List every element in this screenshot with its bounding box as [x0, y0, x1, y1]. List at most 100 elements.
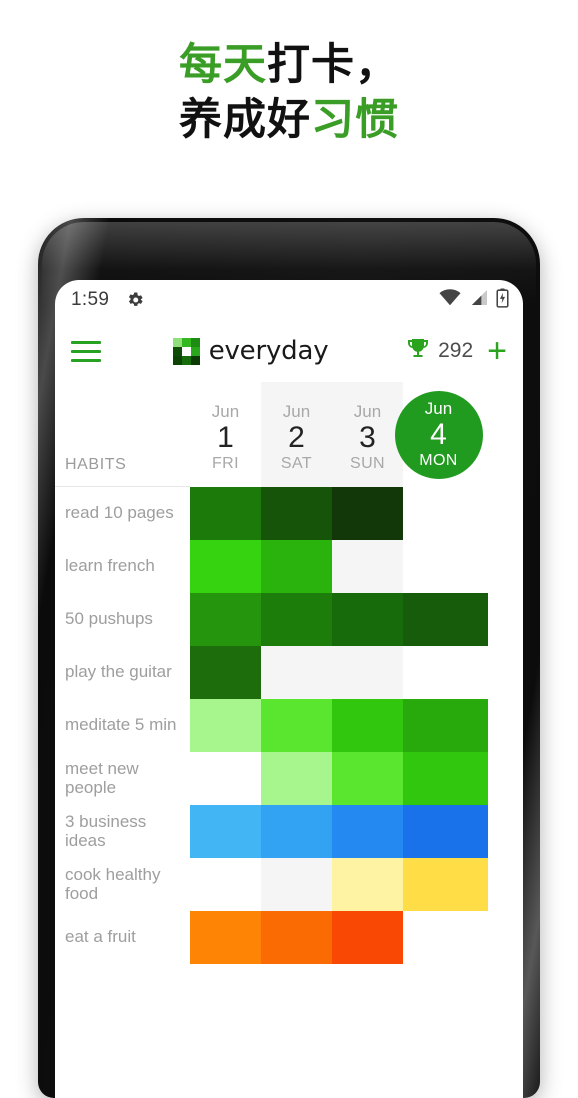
habit-cell[interactable] [332, 805, 403, 858]
habit-cell[interactable] [190, 593, 261, 646]
wifi-icon [439, 289, 461, 311]
trophy-icon[interactable] [406, 337, 430, 366]
habit-name[interactable]: play the guitar [55, 646, 190, 699]
app-bar: everyday 292 + [55, 320, 523, 382]
headline-line1-green: 每天 [179, 40, 267, 90]
habit-cell[interactable] [261, 699, 332, 752]
table-row: learn french [55, 540, 523, 593]
date-column-jun-1[interactable]: Jun 1 FRI [190, 382, 261, 487]
habit-cells [190, 911, 523, 964]
habit-name[interactable]: cook healthy food [55, 858, 190, 911]
habit-cell[interactable] [332, 911, 403, 964]
habit-cell[interactable] [332, 646, 403, 699]
habit-cells [190, 593, 523, 646]
page-title: 每天打卡， 养成好习惯 [0, 38, 578, 148]
date-month: Jun [211, 401, 240, 421]
battery-charging-icon [496, 288, 509, 313]
habit-cell[interactable] [332, 487, 403, 540]
signal-icon [469, 289, 488, 311]
habit-cell[interactable] [403, 646, 488, 699]
date-day: 2 [288, 421, 305, 455]
habit-cells [190, 699, 523, 752]
habit-cell[interactable] [190, 487, 261, 540]
habit-cell[interactable] [403, 858, 488, 911]
habit-cells [190, 540, 523, 593]
table-row: eat a fruit [55, 911, 523, 964]
status-bar-indicators [439, 288, 509, 313]
date-day: 3 [359, 421, 376, 455]
habit-cells [190, 805, 523, 858]
habit-cell[interactable] [261, 805, 332, 858]
habit-cell[interactable] [261, 752, 332, 805]
habit-cell[interactable] [190, 540, 261, 593]
date-day: 4 [430, 418, 447, 452]
habit-cell[interactable] [190, 646, 261, 699]
date-columns: Jun 1 FRI Jun 2 SAT Jun 3 SUN Jun 4 MON [190, 382, 523, 487]
habit-cell[interactable] [261, 646, 332, 699]
app-brand: everyday [95, 336, 406, 366]
habit-cell[interactable] [261, 911, 332, 964]
headline-line1-black: 打卡， [267, 40, 399, 90]
habit-cells [190, 646, 523, 699]
habit-cell[interactable] [403, 752, 488, 805]
habit-cell[interactable] [261, 487, 332, 540]
habit-cell[interactable] [190, 911, 261, 964]
habit-cells [190, 858, 523, 911]
date-weekday: MON [419, 451, 458, 469]
habit-cell[interactable] [403, 699, 488, 752]
habit-cells [190, 752, 523, 805]
habit-cells [190, 487, 523, 540]
habit-name[interactable]: 3 business ideas [55, 805, 190, 858]
table-row: 3 business ideas [55, 805, 523, 858]
habit-cell[interactable] [332, 752, 403, 805]
habit-cell[interactable] [261, 858, 332, 911]
status-bar: 1:59 [55, 280, 523, 320]
habit-cell[interactable] [403, 805, 488, 858]
everyday-logo-icon [172, 337, 200, 365]
trophy-count: 292 [438, 339, 474, 362]
habit-cell[interactable] [190, 699, 261, 752]
habit-cell[interactable] [403, 593, 488, 646]
add-habit-button[interactable]: + [481, 334, 507, 368]
habit-name[interactable]: meditate 5 min [55, 699, 190, 752]
app-bar-actions: 292 + [406, 334, 507, 368]
habits-tracker-table: HABITS Jun 1 FRI Jun 2 SAT Jun 3 SUN Jun… [55, 382, 523, 964]
table-row: meditate 5 min [55, 699, 523, 752]
table-row: read 10 pages [55, 487, 523, 540]
date-month: Jun [424, 398, 453, 418]
gear-icon [125, 290, 145, 310]
habit-cell[interactable] [332, 593, 403, 646]
app-title: everyday [208, 336, 329, 366]
habit-cell[interactable] [403, 540, 488, 593]
habit-cell[interactable] [332, 540, 403, 593]
habit-name[interactable]: meet new people [55, 752, 190, 805]
habit-name[interactable]: 50 pushups [55, 593, 190, 646]
phone-screen: 1:59 everyday 292 + HABITS Jun 1 FRI Jun… [55, 280, 523, 1098]
habits-header-label: HABITS [65, 456, 127, 473]
habit-cell[interactable] [261, 540, 332, 593]
date-column-jun-4-today[interactable]: Jun 4 MON [394, 382, 483, 487]
habit-name[interactable]: eat a fruit [55, 911, 190, 964]
date-month: Jun [353, 401, 382, 421]
table-row: play the guitar [55, 646, 523, 699]
habit-cell[interactable] [261, 593, 332, 646]
table-row: cook healthy food [55, 858, 523, 911]
habit-cell[interactable] [403, 911, 488, 964]
headline-line2-black: 养成好 [179, 95, 311, 146]
headline-line-2: 养成好习惯 [0, 93, 578, 148]
habit-cell[interactable] [332, 858, 403, 911]
date-column-jun-2[interactable]: Jun 2 SAT [261, 382, 332, 487]
headline-line2-green: 习惯 [311, 95, 399, 146]
habit-name[interactable]: learn french [55, 540, 190, 593]
date-column-jun-3[interactable]: Jun 3 SUN [332, 382, 403, 487]
habit-name[interactable]: read 10 pages [55, 487, 190, 540]
habit-cell[interactable] [190, 858, 261, 911]
date-header-row: HABITS Jun 1 FRI Jun 2 SAT Jun 3 SUN Jun… [55, 382, 523, 487]
habit-cell[interactable] [190, 752, 261, 805]
habit-cell[interactable] [190, 805, 261, 858]
table-row: meet new people [55, 752, 523, 805]
habit-rows: read 10 pages learn french 50 pushups pl… [55, 487, 523, 964]
date-month: Jun [282, 401, 311, 421]
habit-cell[interactable] [332, 699, 403, 752]
habit-cell[interactable] [403, 487, 488, 540]
